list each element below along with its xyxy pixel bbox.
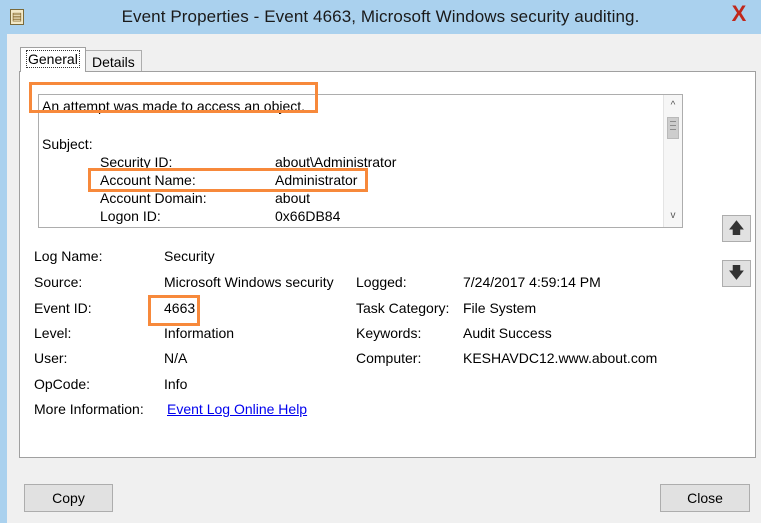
account-domain-label: Account Domain: xyxy=(100,190,207,206)
account-name-label: Account Name: xyxy=(100,172,196,188)
log-name-value: Security xyxy=(164,248,215,264)
opcode-value: Info xyxy=(164,376,188,392)
event-description-box[interactable]: An attempt was made to access an object.… xyxy=(38,94,683,228)
description-scrollbar[interactable]: ^ v xyxy=(663,95,682,227)
computer-value: KESHAVDC12.www.about.com xyxy=(463,350,658,366)
window-title: Event Properties - Event 4663, Microsoft… xyxy=(121,7,640,26)
more-information-label: More Information: xyxy=(34,401,144,417)
close-button[interactable]: Close xyxy=(660,484,750,512)
task-category-value: File System xyxy=(463,300,537,316)
user-label: User: xyxy=(34,350,68,366)
level-value: Information xyxy=(164,325,235,341)
general-tab-panel: An attempt was made to access an object.… xyxy=(19,71,756,458)
account-domain-value: about xyxy=(275,190,311,206)
scroll-up-icon[interactable]: ^ xyxy=(664,97,682,115)
tab-general-label: General xyxy=(26,50,80,68)
event-id-label: Event ID: xyxy=(34,300,92,316)
close-window-button[interactable]: X xyxy=(717,0,761,30)
up-arrow-icon: 🡅 xyxy=(728,220,745,237)
logged-value: 7/24/2017 4:59:14 PM xyxy=(463,274,601,290)
subject-heading: Subject: xyxy=(42,136,93,152)
level-label: Level: xyxy=(34,325,72,341)
dialog-body: General Details An attempt was made to a… xyxy=(7,34,761,523)
account-name-value: Administrator xyxy=(275,172,358,188)
copy-button[interactable]: Copy xyxy=(24,484,113,512)
event-log-online-help-link[interactable]: Event Log Online Help xyxy=(167,401,307,417)
security-id-value: about\Administrator xyxy=(275,154,397,170)
log-name-label: Log Name: xyxy=(34,248,103,264)
next-event-button[interactable]: 🡇 xyxy=(722,260,751,287)
computer-label: Computer: xyxy=(356,350,422,366)
logged-label: Logged: xyxy=(356,274,407,290)
event-id-value: 4663 xyxy=(164,300,196,316)
task-category-label: Task Category: xyxy=(356,300,450,316)
keywords-label: Keywords: xyxy=(356,325,422,341)
source-label: Source: xyxy=(34,274,83,290)
logon-id-label: Logon ID: xyxy=(100,208,161,224)
down-arrow-icon: 🡇 xyxy=(728,265,745,282)
logon-id-value: 0x66DB84 xyxy=(275,208,341,224)
previous-event-button[interactable]: 🡅 xyxy=(722,215,751,242)
title-bar: ▤ Event Properties - Event 4663, Microso… xyxy=(0,0,761,34)
keywords-value: Audit Success xyxy=(463,325,552,341)
tab-details[interactable]: Details xyxy=(85,50,142,72)
tab-details-label: Details xyxy=(92,54,135,70)
security-id-label: Security ID: xyxy=(100,154,173,170)
opcode-label: OpCode: xyxy=(34,376,91,392)
description-headline: An attempt was made to access an object. xyxy=(42,98,306,114)
user-value: N/A xyxy=(164,350,188,366)
source-value: Microsoft Windows security xyxy=(164,274,334,290)
tab-general[interactable]: General xyxy=(20,47,86,72)
scroll-down-icon[interactable]: v xyxy=(664,207,682,225)
scrollbar-thumb[interactable] xyxy=(667,117,679,139)
